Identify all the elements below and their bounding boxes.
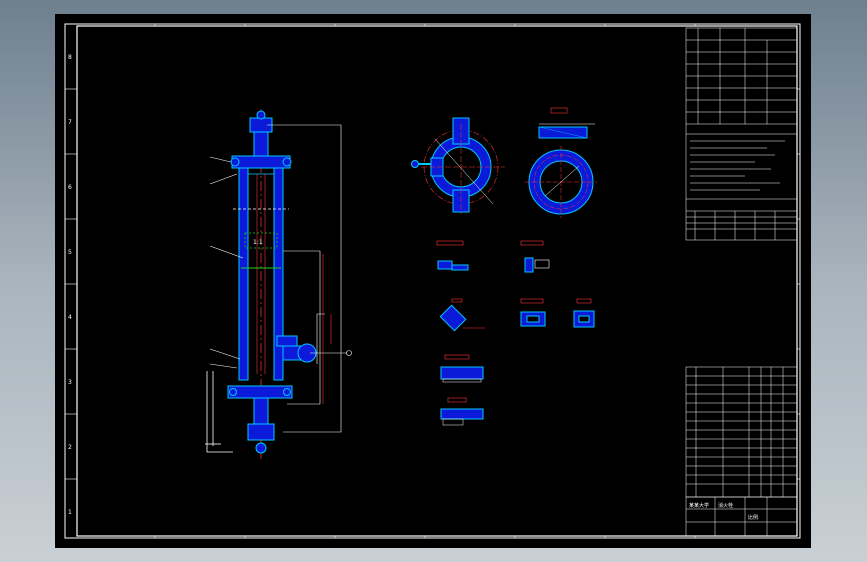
lower-flange	[227, 385, 293, 399]
border-zone-ticks	[65, 24, 800, 538]
detail-box-label: 1:1	[253, 239, 263, 246]
zone-label-3: 3	[68, 379, 72, 386]
zone-label-1: 1	[68, 509, 72, 516]
top-flange	[231, 155, 291, 169]
outer-frame	[64, 23, 801, 539]
cad-drawing-canvas: 8 7 6 5 4 3 2 1 1:1 某某大学 消火栓 比例	[64, 23, 801, 539]
lower-neck	[253, 397, 269, 425]
drawing-sheet[interactable]: 8 7 6 5 4 3 2 1 1:1 某某大学 消火栓 比例	[55, 14, 811, 548]
detail-part-e	[573, 298, 595, 328]
top-cap-nut	[256, 110, 266, 120]
zone-label-5: 5	[68, 249, 72, 256]
title-block-drawing-name: 消火栓	[718, 502, 733, 509]
base-bracket	[205, 371, 233, 453]
body-wall-left	[238, 167, 249, 381]
zone-label-2: 2	[68, 444, 72, 451]
zone-label-8: 8	[68, 54, 72, 61]
dimension-lines	[322, 254, 332, 404]
detail-part-d	[520, 298, 546, 327]
notes-text-lines	[690, 140, 785, 191]
flange-front-view	[525, 146, 597, 218]
bottom-inlet	[247, 423, 275, 441]
zone-label-6: 6	[68, 184, 72, 191]
detail-part-b	[520, 240, 550, 273]
zone-label-4: 4	[68, 314, 72, 321]
title-block-school: 某某大学	[689, 502, 709, 509]
body-wall-right	[273, 167, 284, 381]
inner-frame	[76, 25, 798, 537]
detail-part-f	[440, 354, 484, 383]
parts-list	[685, 366, 798, 498]
upper-neck	[253, 131, 269, 157]
zone-label-7: 7	[68, 119, 72, 126]
notes-table	[685, 27, 798, 241]
border-zone-labels: 8 7 6 5 4 3 2 1	[68, 54, 72, 516]
bottom-inlet-nut	[255, 442, 267, 454]
main-assembly-view: 1:1	[205, 109, 352, 459]
top-view-with-handle	[411, 117, 505, 214]
detail-part-c	[439, 298, 485, 332]
detail-part-g	[440, 397, 484, 426]
flange-side-view	[538, 107, 595, 139]
detail-part-a	[436, 240, 469, 271]
title-block-scale: 比例	[748, 514, 758, 521]
